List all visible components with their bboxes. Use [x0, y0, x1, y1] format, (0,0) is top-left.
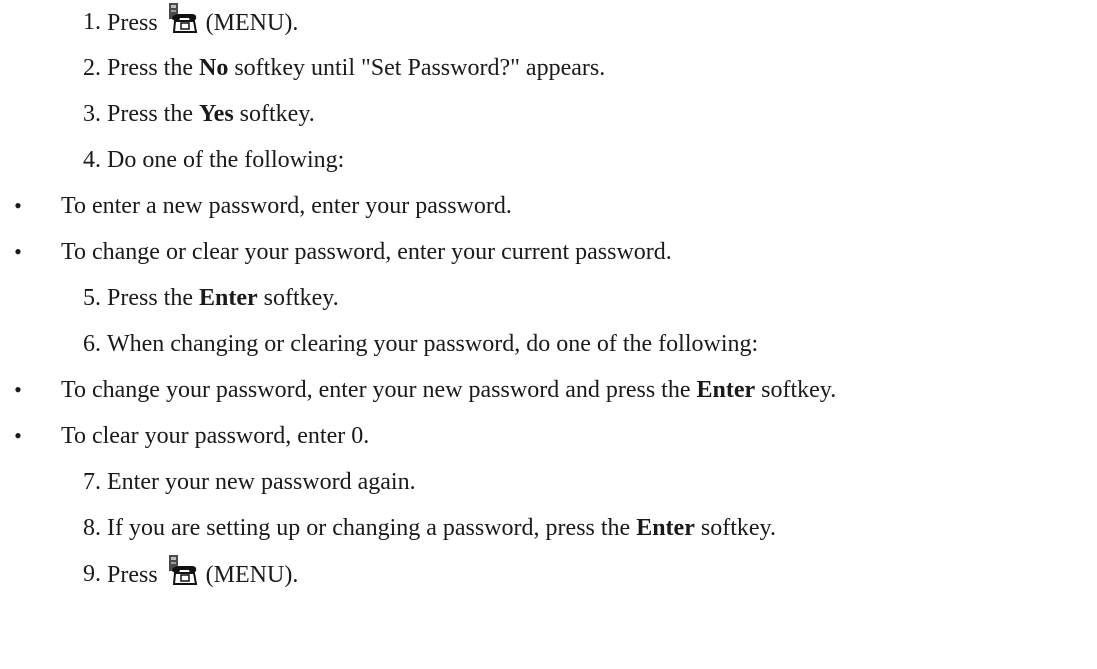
step-number: 9.: [83, 561, 101, 587]
bullet-icon: •: [14, 377, 22, 402]
softkey-label: Enter: [199, 285, 258, 311]
phone-menu-icon: [168, 555, 197, 585]
step-number: 3.: [83, 101, 101, 127]
step-text: Press (MENU).: [107, 554, 298, 595]
bullet-text: To change your password, enter your new …: [61, 377, 837, 403]
step-text: Enter your new password again.: [107, 469, 416, 495]
bullet-icon: •: [14, 423, 22, 448]
step-text: Press the Yes softkey.: [107, 101, 315, 127]
step-text: Do one of the following:: [107, 147, 345, 173]
softkey-label: Enter: [696, 377, 756, 403]
step-number: 6.: [83, 331, 101, 357]
bullet-icon: •: [14, 193, 22, 218]
step-number: 4.: [83, 147, 101, 173]
step-text: Press (MENU).: [107, 2, 298, 43]
softkey-label: Enter: [636, 515, 695, 541]
step-number: 7.: [83, 469, 101, 495]
step-text: Press the Enter softkey.: [107, 285, 339, 311]
step-number: 2.: [83, 55, 101, 81]
step-number: 8.: [83, 515, 101, 541]
bullet-text: To clear your password, enter 0.: [61, 423, 370, 449]
softkey-label: Yes: [199, 101, 234, 127]
bullet-text: To enter a new password, enter your pass…: [61, 193, 512, 219]
softkey-label: No: [199, 55, 229, 81]
bullet-icon: •: [14, 239, 22, 264]
step-text: When changing or clearing your password,…: [107, 331, 759, 357]
step-number: 1.: [83, 9, 101, 35]
bullet-text: To change or clear your password, enter …: [61, 239, 672, 265]
step-number: 5.: [83, 285, 101, 311]
step-text: Press the No softkey until "Set Password…: [107, 55, 606, 81]
step-text: If you are setting up or changing a pass…: [107, 515, 776, 541]
phone-menu-icon: [168, 3, 197, 33]
